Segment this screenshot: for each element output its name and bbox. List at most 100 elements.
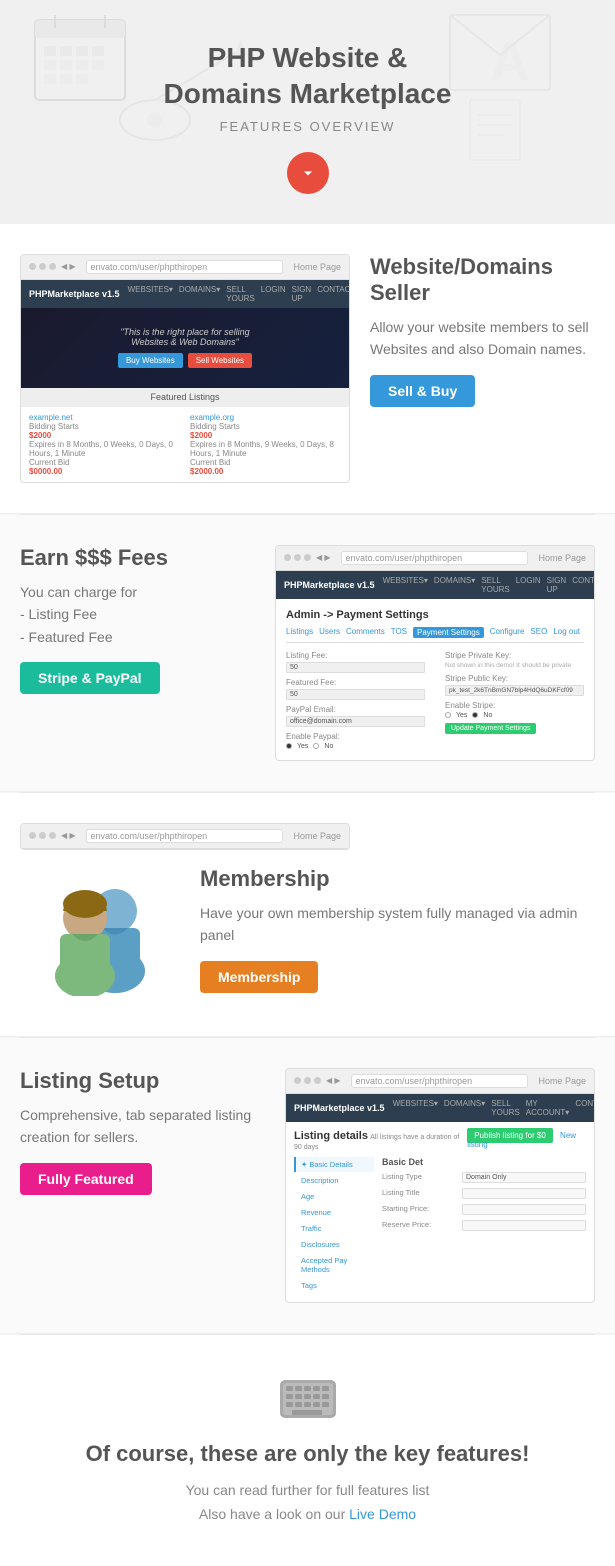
fully-featured-button[interactable]: Fully Featured xyxy=(20,1163,152,1195)
listing-dot-1 xyxy=(294,1077,301,1084)
listing-setup-screenshot: ◀ ▶ envato.com/user/phpthiropen Home Pag… xyxy=(285,1068,595,1303)
tab-revenue[interactable]: Revenue xyxy=(294,1205,374,1220)
scroll-down-button[interactable] xyxy=(287,152,329,194)
buy-websites-btn[interactable]: Buy Websites xyxy=(118,353,183,368)
hero-banner-tagline: "This is the right place for sellingWebs… xyxy=(120,327,249,347)
listing-setup-text: Listing Setup Comprehensive, tab separat… xyxy=(20,1068,265,1195)
membership-browser-back: ◀ ▶ xyxy=(61,831,76,840)
listing-2-current-label: Current Bid xyxy=(190,458,341,467)
listing-1-link: example.net xyxy=(29,413,180,422)
nav-websites: WEBSITES▾ xyxy=(128,285,173,303)
admin-nav-logout[interactable]: Log out xyxy=(553,627,580,638)
membership-browser-url: envato.com/user/phpthiropen xyxy=(86,829,284,843)
admin-form-left: Listing Fee: 50 Featured Fee: 50 PayPal … xyxy=(286,651,425,750)
listing-dots xyxy=(294,1077,321,1084)
admin-nav-users[interactable]: Users xyxy=(319,627,340,638)
marketplace-logo: PHPMarketplace v1.5 xyxy=(29,289,120,299)
stripe-private-field: Stripe Private Key: Not shown in this de… xyxy=(445,651,584,669)
fees-browser-url: envato.com/user/phpthiropen xyxy=(341,551,529,565)
paypal-yes-radio[interactable] xyxy=(286,743,292,749)
fees-dot-1 xyxy=(284,554,291,561)
listing-browser-back: ◀ ▶ xyxy=(326,1076,341,1085)
listing-title-input[interactable] xyxy=(462,1188,586,1199)
sell-websites-btn[interactable]: Sell Websites xyxy=(188,353,252,368)
listing-action-buttons: Publish listing for $0 New listing xyxy=(467,1131,586,1149)
listing-nav-contact: CONTACT xyxy=(575,1099,595,1117)
browser-bar: ◀ ▶ envato.com/user/phpthiropen Home Pag… xyxy=(21,255,349,280)
hero-section: A PHP Website & Domains Marketplace FEAT… xyxy=(0,0,615,224)
fees-screenshot: ◀ ▶ envato.com/user/phpthiropen Home Pag… xyxy=(275,545,595,761)
listing-2-link: example.org xyxy=(190,413,341,422)
listing-2-bid-value: $2000 xyxy=(190,431,341,440)
hero-subtitle: FEATURES OVERVIEW xyxy=(20,119,595,134)
hero-banner-buttons: Buy Websites Sell Websites xyxy=(118,353,252,368)
membership-feature-title: Membership xyxy=(200,866,595,892)
tab-description[interactable]: Description xyxy=(294,1173,374,1188)
listing-type-select[interactable]: Domain Only xyxy=(462,1172,586,1183)
listing-title-row: Listing Title xyxy=(382,1188,586,1199)
admin-nav-configure[interactable]: Configure xyxy=(490,627,525,638)
listing-2-bid-label: Bidding Starts xyxy=(190,422,341,431)
fees-feature-description: You can charge for - Listing Fee - Featu… xyxy=(20,581,255,648)
tab-pay-methods[interactable]: Accepted Pay Methods xyxy=(294,1253,374,1277)
enable-paypal-field: Enable Paypal: Yes No xyxy=(286,732,425,750)
stripe-yes-radio[interactable] xyxy=(445,712,451,718)
update-payment-btn[interactable]: Update Payment Settings xyxy=(445,723,536,734)
nav-contact: CONTACT xyxy=(317,285,350,303)
listings-row: example.net Bidding Starts $2000 Expires… xyxy=(21,406,349,482)
listing-nav-websites: WEBSITES▾ xyxy=(393,1099,438,1117)
listing-2-expires: Expires in 8 Months, 9 Weeks, 0 Days, 8 … xyxy=(190,440,341,458)
starting-price-row: Starting Price: xyxy=(382,1204,586,1215)
fees-dot-3 xyxy=(304,554,311,561)
fees-feature-text: Earn $$$ Fees You can charge for - Listi… xyxy=(20,545,255,694)
listing-2-current-value: $2000.00 xyxy=(190,467,341,476)
stripe-radio: Yes No xyxy=(445,712,584,719)
stripe-public-value: pk_test_2k6TnBmGN7blp4HdQ6uDKFcf09 xyxy=(445,685,584,696)
listing-setup-section: ◀ ▶ envato.com/user/phpthiropen Home Pag… xyxy=(0,1038,615,1334)
admin-nav-payment[interactable]: Payment Settings xyxy=(413,627,484,638)
listing-title-label: Listing Title xyxy=(382,1188,462,1197)
nav-sell: SELL YOURS xyxy=(226,285,254,303)
tab-basic-details[interactable]: ✦ Basic Details xyxy=(294,1157,374,1172)
starting-price-input[interactable] xyxy=(462,1204,586,1215)
payment-settings-panel: Admin -> Payment Settings Listings Users… xyxy=(276,599,594,760)
stripe-no-radio[interactable] xyxy=(472,712,478,718)
browser-back: ◀ ▶ xyxy=(61,262,76,271)
fees-browser-dots xyxy=(284,554,311,561)
tab-disclosures[interactable]: Disclosures xyxy=(294,1237,374,1252)
listing-fee-field: Listing Fee: 50 xyxy=(286,651,425,673)
tab-traffic[interactable]: Traffic xyxy=(294,1221,374,1236)
tab-age[interactable]: Age xyxy=(294,1189,374,1204)
listing-item-2: example.org Bidding Starts $2000 Expires… xyxy=(190,413,341,476)
paypal-email-field: PayPal Email: office@domain.com xyxy=(286,705,425,727)
membership-dots xyxy=(29,832,56,839)
admin-nav-listings[interactable]: Listings xyxy=(286,627,313,638)
users-svg-icon xyxy=(30,876,170,996)
membership-button[interactable]: Membership xyxy=(200,961,318,993)
listing-1-bid-label: Bidding Starts xyxy=(29,422,180,431)
listing-details-panel: Listing details All listings have a dura… xyxy=(286,1122,594,1302)
sell-buy-button[interactable]: Sell & Buy xyxy=(370,375,475,407)
fees-nav-sell: SELL YOURS xyxy=(481,576,509,594)
enable-paypal-label: Enable Paypal: xyxy=(286,732,425,741)
seller-feature-text: Website/Domains Seller Allow your websit… xyxy=(370,254,595,407)
fees-nav-login: LOGIN xyxy=(516,576,541,594)
admin-payment-form: Listing Fee: 50 Featured Fee: 50 PayPal … xyxy=(286,651,584,750)
membership-feature-row: Membership Have your own membership syst… xyxy=(20,866,595,1006)
admin-nav-comments[interactable]: Comments xyxy=(346,627,385,638)
listing-details-title: Listing details xyxy=(294,1130,368,1142)
listing-fee-label: Listing Fee: xyxy=(286,651,425,660)
seller-feature-section: ◀ ▶ envato.com/user/phpthiropen Home Pag… xyxy=(0,224,615,514)
listing-browser-url: envato.com/user/phpthiropen xyxy=(351,1074,529,1088)
admin-nav-tos[interactable]: TOS xyxy=(391,627,407,638)
reserve-price-input[interactable] xyxy=(462,1220,586,1231)
live-demo-link[interactable]: Live Demo xyxy=(349,1506,416,1522)
paypal-no-radio[interactable] xyxy=(313,743,319,749)
stripe-paypal-button[interactable]: Stripe & PayPal xyxy=(20,662,160,694)
listing-details-header: Listing details All listings have a dura… xyxy=(294,1130,586,1151)
tab-tags[interactable]: Tags xyxy=(294,1278,374,1293)
membership-feature-text: Membership Have your own membership syst… xyxy=(200,866,595,993)
admin-nav-seo[interactable]: SEO xyxy=(530,627,547,638)
browser-home-btn: Home Page xyxy=(293,262,341,272)
fees-marketplace-logo: PHPMarketplace v1.5 xyxy=(284,580,375,590)
